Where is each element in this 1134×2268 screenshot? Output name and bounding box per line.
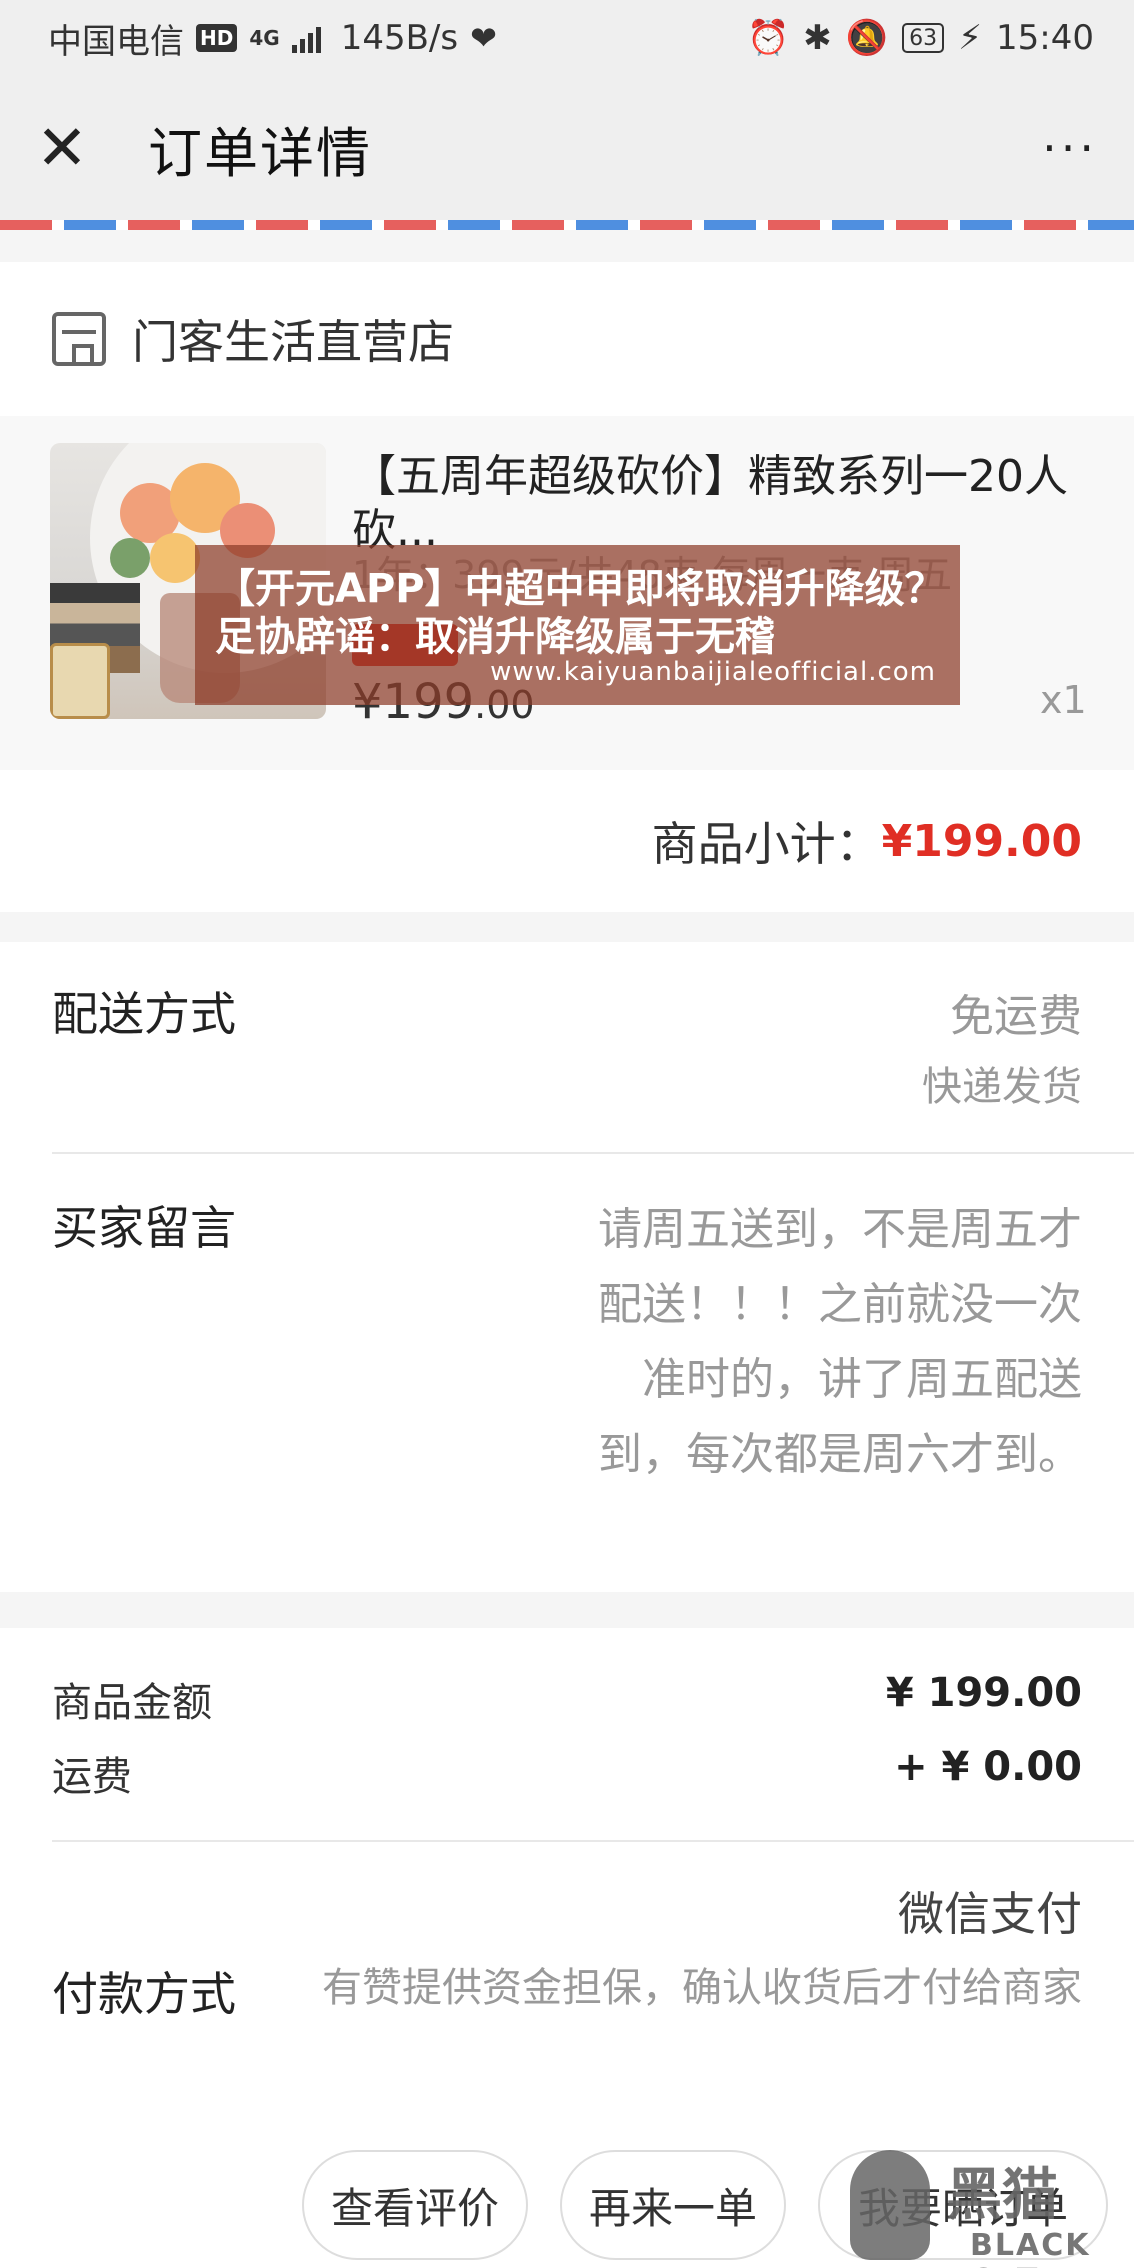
alarm-icon: ⏰ xyxy=(746,18,790,58)
hd-badge: HD xyxy=(196,24,238,52)
heartbeat-icon: ❤ xyxy=(470,19,497,57)
subtotal-label: 商品小计： xyxy=(651,817,882,871)
watermark-banner: 【开元APP】中超中甲即将取消升降级？足协辟谣：取消升降级属于无稽 www.ka… xyxy=(195,545,960,705)
network-speed: 145B/s xyxy=(340,18,459,58)
cat-shield-icon xyxy=(850,2150,930,2260)
network-type: 4G xyxy=(249,26,280,50)
delivery-fee: 免运费 xyxy=(950,991,1082,1042)
page-title: 订单详情 xyxy=(148,121,372,185)
shop-name: 门客生活直营店 xyxy=(132,315,454,369)
subtotal-row: 商品小计： ¥199.00 xyxy=(0,770,1134,912)
goods-amount-value: ¥ 199.00 xyxy=(885,1670,1082,1716)
payment-description: 有赞提供资金担保，确认收货后才付给商家 xyxy=(322,1965,1082,2011)
buyer-message-text: 请周五送到，不是周五才配送！！！之前就没一次准时的，讲了周五配送到，每次都是周六… xyxy=(598,1204,1082,1480)
divider xyxy=(52,1840,1134,1842)
shipping-value: + ¥ 0.00 xyxy=(894,1744,1082,1790)
delivery-method: 快递发货 xyxy=(922,1064,1082,1110)
goods-amount-label: 商品金额 xyxy=(52,1680,212,1726)
shipping-label: 运费 xyxy=(52,1754,132,1800)
logo-cn: 黑猫 xyxy=(946,2163,1058,2228)
payment-method: 微信支付 xyxy=(898,1887,1082,1941)
bluetooth-icon: ✱ xyxy=(803,18,832,58)
airmail-border xyxy=(0,220,1134,230)
carrier-label: 中国电信 xyxy=(48,21,184,62)
black-cat-logo: 黑猫 BLACK CAT xyxy=(850,2150,1134,2268)
delivery-label: 配送方式 xyxy=(52,987,236,1041)
watermark-headline: 【开元APP】中超中甲即将取消升降级？足协辟谣：取消升降级属于无稽 xyxy=(215,566,945,660)
watermark-url: www.kaiyuanbaijialeofficial.com xyxy=(490,657,936,687)
shop-header[interactable]: 门客生活直营店 xyxy=(0,262,1134,416)
battery-icon: 63 xyxy=(902,23,945,53)
divider xyxy=(52,1152,1134,1154)
status-bar: 中国电信 HD 4G 145B/s ❤ ⏰ ✱ 🔕 63 ⚡ 15:40 xyxy=(0,0,1134,76)
reorder-button[interactable]: 再来一单 xyxy=(560,2150,786,2260)
battery-level: 63 xyxy=(909,25,938,51)
delivery-section: 配送方式 免运费 快递发货 买家留言 请周五送到，不是周五才配送！！！之前就没一… xyxy=(0,942,1134,1592)
view-review-button[interactable]: 查看评价 xyxy=(302,2150,528,2260)
subtotal-value: ¥199.00 xyxy=(881,815,1082,867)
more-menu-icon[interactable]: ··· xyxy=(1042,125,1098,171)
close-icon[interactable]: ✕ xyxy=(36,117,98,179)
product-quantity: x1 xyxy=(1040,678,1087,722)
clock: 15:40 xyxy=(996,18,1094,58)
payment-label: 付款方式 xyxy=(52,1967,236,2021)
charging-icon: ⚡ xyxy=(958,18,983,58)
store-icon xyxy=(52,312,106,366)
product-title: 【五周年超级砍价】精致系列一20人砍... xyxy=(352,451,1068,556)
signal-icon xyxy=(291,23,321,53)
mute-icon: 🔕 xyxy=(845,18,889,58)
logo-en: BLACK CAT xyxy=(970,2228,1091,2268)
title-bar: ✕ 订单详情 ··· xyxy=(0,76,1134,220)
buyer-message-label: 买家留言 xyxy=(52,1201,236,1255)
